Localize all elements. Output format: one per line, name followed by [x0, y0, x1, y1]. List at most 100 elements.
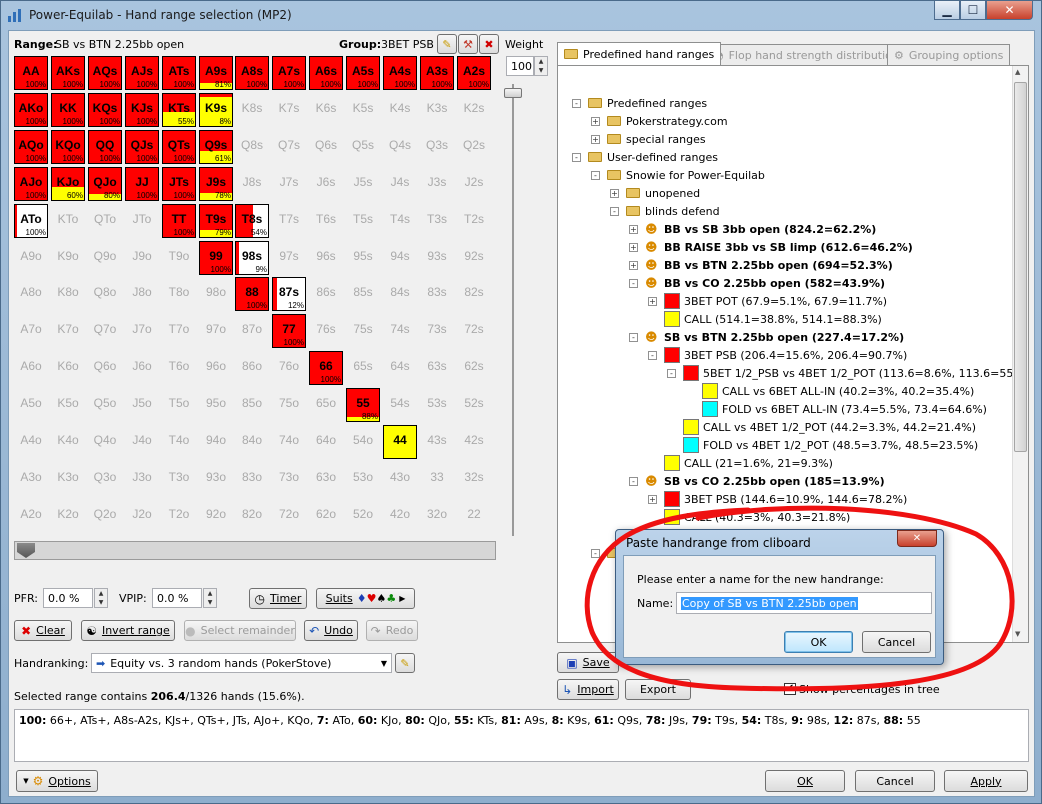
hand-cell-A8s[interactable]: 100% A8s — [235, 56, 269, 90]
hand-cell-52o[interactable]: 52o — [346, 499, 380, 533]
hand-cell-TT[interactable]: 100% TT — [162, 204, 196, 238]
vpip-spinner[interactable]: ▲ ▼ — [203, 588, 217, 608]
tree-node[interactable]: special ranges — [607, 130, 706, 148]
hand-cell-Q6o[interactable]: Q6o — [88, 351, 122, 385]
hand-cell-T5o[interactable]: T5o — [162, 388, 196, 422]
collapse-icon[interactable]: - — [667, 369, 676, 378]
hand-cell-95s[interactable]: 95s — [346, 241, 380, 275]
minimize-button[interactable]: ▁ — [934, 1, 960, 20]
hand-cell-42s[interactable]: 42s — [457, 425, 491, 459]
hand-cell-KK[interactable]: 100% KK — [51, 93, 85, 127]
hand-cell-J6o[interactable]: J6o — [125, 351, 159, 385]
hand-cell-J5s[interactable]: J5s — [346, 167, 380, 201]
hand-cell-AJs[interactable]: 100% AJs — [125, 56, 159, 90]
dialog-name-input[interactable]: Copy of SB vs BTN 2.25bb open — [676, 592, 932, 614]
collapse-icon[interactable]: - — [629, 333, 638, 342]
hand-cell-J4o[interactable]: J4o — [125, 425, 159, 459]
hand-cell-Q4s[interactable]: Q4s — [383, 130, 417, 164]
hand-cell-66[interactable]: 100% 66 — [309, 351, 343, 385]
redo-button[interactable]: ↷ Redo — [366, 620, 418, 641]
hand-cell-K2o[interactable]: K2o — [51, 499, 85, 533]
hand-cell-65o[interactable]: 65o — [309, 388, 343, 422]
cancel-button[interactable]: Cancel — [855, 770, 935, 792]
expand-icon[interactable]: + — [629, 243, 638, 252]
tree-node[interactable]: 3BET POT (67.9=5.1%, 67.9=11.7%) — [664, 292, 887, 310]
tree-node[interactable]: ☻ BB vs CO 2.25bb open (582=43.9%) — [645, 274, 885, 292]
hand-cell-Q3s[interactable]: Q3s — [420, 130, 454, 164]
hand-cell-33[interactable]: 33 — [420, 462, 454, 496]
hand-cell-T8o[interactable]: T8o — [162, 277, 196, 311]
hand-cell-J7s[interactable]: J7s — [272, 167, 306, 201]
export-button[interactable]: Export — [625, 679, 691, 700]
hand-cell-KQs[interactable]: 100% KQs — [88, 93, 122, 127]
hand-cell-AQo[interactable]: 100% AQo — [14, 130, 48, 164]
hand-cell-76o[interactable]: 76o — [272, 351, 306, 385]
hand-cell-A7s[interactable]: 100% A7s — [272, 56, 306, 90]
hand-cell-QJo[interactable]: 80% QJo — [88, 167, 122, 201]
weight-input[interactable]: 100 — [506, 56, 534, 76]
hand-cell-J5o[interactable]: J5o — [125, 388, 159, 422]
clear-button[interactable]: ✖ Clear — [14, 620, 72, 641]
hand-cell-32o[interactable]: 32o — [420, 499, 454, 533]
hand-cell-K4s[interactable]: K4s — [383, 93, 417, 127]
hand-cell-AQs[interactable]: 100% AQs — [88, 56, 122, 90]
expand-icon[interactable]: + — [610, 189, 619, 198]
hand-cell-KTo[interactable]: KTo — [51, 204, 85, 238]
hand-cell-Q2o[interactable]: Q2o — [88, 499, 122, 533]
collapse-icon[interactable]: - — [610, 207, 619, 216]
hand-cell-J9s[interactable]: 78% J9s — [199, 167, 233, 201]
hand-cell-T9s[interactable]: 79% T9s — [199, 204, 233, 238]
tree-node[interactable]: ☻ SB vs CO 2.25bb open (185=13.9%) — [645, 472, 885, 490]
hand-cell-T6o[interactable]: T6o — [162, 351, 196, 385]
select-remainder-button[interactable]: ● Select remainder — [184, 620, 296, 641]
tree-node[interactable]: Predefined ranges — [588, 94, 707, 112]
expand-icon[interactable]: + — [591, 135, 600, 144]
hand-cell-A4s[interactable]: 100% A4s — [383, 56, 417, 90]
hand-cell-T7o[interactable]: T7o — [162, 314, 196, 348]
hand-cell-A4o[interactable]: A4o — [14, 425, 48, 459]
tree-node[interactable]: 3BET PSB (206.4=15.6%, 206.4=90.7%) — [664, 346, 907, 364]
hand-cell-T3s[interactable]: T3s — [420, 204, 454, 238]
hand-cell-53o[interactable]: 53o — [346, 462, 380, 496]
hand-cell-JTs[interactable]: 100% JTs — [162, 167, 196, 201]
hand-cell-64s[interactable]: 64s — [383, 351, 417, 385]
hand-cell-KJs[interactable]: 100% KJs — [125, 93, 159, 127]
hand-cell-KJo[interactable]: 60% KJo — [51, 167, 85, 201]
hand-cell-54o[interactable]: 54o — [346, 425, 380, 459]
hand-cell-A9o[interactable]: A9o — [14, 241, 48, 275]
hand-cell-22[interactable]: 22 — [457, 499, 491, 533]
pfr-input[interactable]: 0.0 % — [43, 588, 93, 608]
hand-cell-K2s[interactable]: K2s — [457, 93, 491, 127]
hand-cell-63s[interactable]: 63s — [420, 351, 454, 385]
hand-cell-KTs[interactable]: 55% KTs — [162, 93, 196, 127]
hand-cell-QJs[interactable]: 100% QJs — [125, 130, 159, 164]
hand-cell-A9s[interactable]: 81% A9s — [199, 56, 233, 90]
collapse-icon[interactable]: - — [591, 171, 600, 180]
collapse-icon[interactable]: - — [629, 279, 638, 288]
hand-cell-83o[interactable]: 83o — [235, 462, 269, 496]
hand-cell-J9o[interactable]: J9o — [125, 241, 159, 275]
hand-cell-97o[interactable]: 97o — [199, 314, 233, 348]
hand-cell-96o[interactable]: 96o — [199, 351, 233, 385]
hand-cell-85o[interactable]: 85o — [235, 388, 269, 422]
hand-cell-93s[interactable]: 93s — [420, 241, 454, 275]
tree-node[interactable]: CALL vs 4BET 1/2_POT (44.2=3.3%, 44.2=21… — [683, 418, 976, 436]
hand-cell-43o[interactable]: 43o — [383, 462, 417, 496]
hand-cell-ATo[interactable]: 100% ATo — [14, 204, 48, 238]
tree-node[interactable]: 5BET 1/2_PSB vs 4BET 1/2_POT (113.6=8.6%… — [683, 364, 1028, 382]
save-button[interactable]: ▣ Save — [557, 652, 619, 673]
hand-cell-QQ[interactable]: 100% QQ — [88, 130, 122, 164]
hand-cell-98s[interactable]: 9% 98s — [235, 241, 269, 275]
hand-cell-J7o[interactable]: J7o — [125, 314, 159, 348]
hand-cell-96s[interactable]: 96s — [309, 241, 343, 275]
hand-cell-98o[interactable]: 98o — [199, 277, 233, 311]
hand-cell-A2s[interactable]: 100% A2s — [457, 56, 491, 90]
tab-predefined-hand-ranges[interactable]: Predefined hand ranges — [557, 42, 722, 65]
tree-node[interactable]: ☻ BB vs SB 3bb open (824.2=62.2%) — [645, 220, 876, 238]
hand-cell-J8s[interactable]: J8s — [235, 167, 269, 201]
tree-node[interactable]: CALL (21=1.6%, 21=9.3%) — [664, 454, 833, 472]
hand-cell-72s[interactable]: 72s — [457, 314, 491, 348]
hand-cell-A2o[interactable]: A2o — [14, 499, 48, 533]
hand-cell-T6s[interactable]: T6s — [309, 204, 343, 238]
hand-cell-K9s[interactable]: 8% K9s — [199, 93, 233, 127]
